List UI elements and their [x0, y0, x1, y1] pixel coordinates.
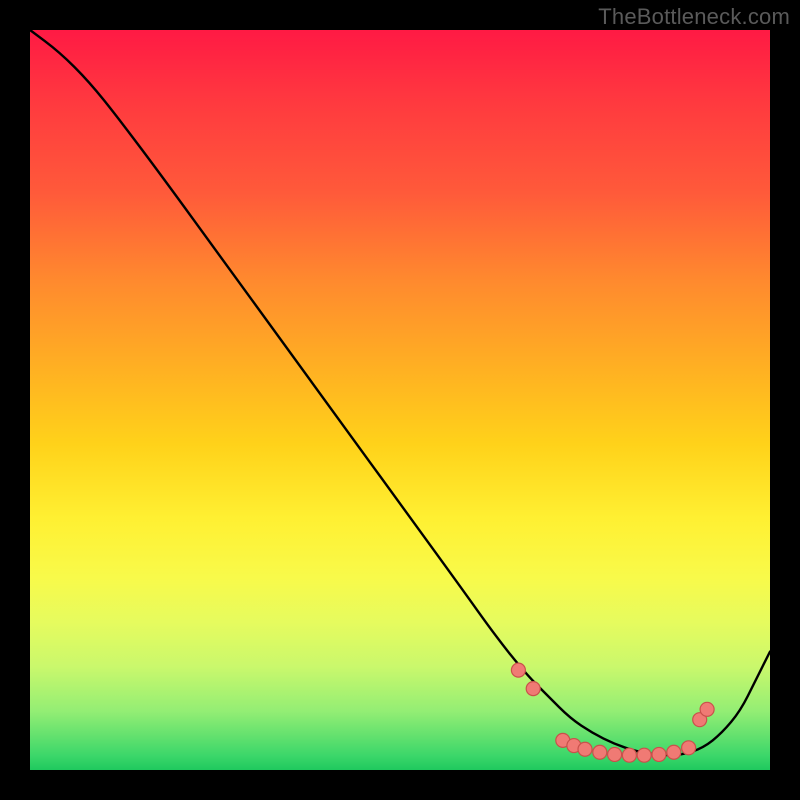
marker-group — [511, 663, 714, 762]
chart-frame: TheBottleneck.com — [0, 0, 800, 800]
curve-marker — [667, 745, 681, 759]
curve-marker — [593, 745, 607, 759]
curve-marker — [511, 663, 525, 677]
curve-marker — [700, 702, 714, 716]
bottleneck-curve — [30, 30, 770, 755]
curve-marker — [682, 741, 696, 755]
plot-area — [30, 30, 770, 770]
curve-svg — [30, 30, 770, 770]
curve-marker — [622, 748, 636, 762]
curve-marker — [637, 748, 651, 762]
curve-marker — [608, 747, 622, 761]
curve-marker — [578, 742, 592, 756]
curve-marker — [652, 747, 666, 761]
curve-marker — [526, 682, 540, 696]
watermark-text: TheBottleneck.com — [598, 4, 790, 30]
